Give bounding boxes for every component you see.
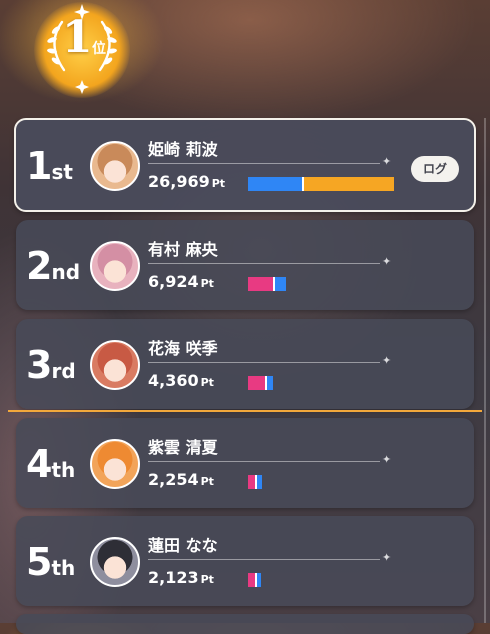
rank-label: 4th xyxy=(26,442,76,486)
score-bar-segment xyxy=(248,475,255,489)
score-bar xyxy=(248,277,286,291)
ranking-row-6-partial[interactable] xyxy=(16,614,474,634)
avatar xyxy=(90,439,140,489)
score-bar-segment xyxy=(248,573,255,587)
avatar xyxy=(90,241,140,291)
score-bar-segment xyxy=(254,475,262,489)
avatar xyxy=(90,141,140,191)
idol-name: 紫雲 清夏 xyxy=(148,438,218,457)
divider-line xyxy=(148,559,380,560)
log-button[interactable]: ログ xyxy=(411,156,459,182)
ranking-row-2[interactable]: 2nd 有村 麻央 ✦ 6,924 Pt xyxy=(16,220,474,310)
score-bar xyxy=(248,177,394,191)
idol-name: 姫崎 莉波 xyxy=(148,140,218,159)
idol-name: 花海 咲季 xyxy=(148,339,218,358)
ranking-row-1[interactable]: 1st 姫崎 莉波 ✦ 26,969 Pt ログ xyxy=(14,118,476,212)
score-bar-segment xyxy=(302,177,394,191)
points: 4,360 Pt xyxy=(148,371,214,390)
score-bar xyxy=(248,376,273,390)
sparkle-icon: ✦ xyxy=(382,551,392,564)
rank-label: 1st xyxy=(26,144,73,188)
divider-line xyxy=(148,362,380,363)
points: 2,254 Pt xyxy=(148,470,214,489)
first-place-medal: 1 位 xyxy=(28,0,138,100)
rank-border-divider xyxy=(8,410,482,412)
score-bar xyxy=(248,475,262,489)
score-bar-segment xyxy=(248,376,265,390)
idol-name: 蓮田 なな xyxy=(148,536,218,555)
score-bar-segment xyxy=(248,177,303,191)
medal-number: 1 xyxy=(62,12,93,63)
ranking-row-3[interactable]: 3rd 花海 咲季 ✦ 4,360 Pt xyxy=(16,319,474,409)
score-bar-segment xyxy=(254,573,261,587)
score-bar-segment xyxy=(264,376,273,390)
ranking-row-5[interactable]: 5th 蓮田 なな ✦ 2,123 Pt xyxy=(16,516,474,606)
rank-label: 2nd xyxy=(26,244,81,288)
scrollbar[interactable] xyxy=(484,118,486,623)
points: 2,123 Pt xyxy=(148,568,214,587)
sparkle-icon: ✦ xyxy=(382,354,392,367)
divider-line xyxy=(148,163,380,164)
sparkle-icon: ✦ xyxy=(382,255,392,268)
sparkle-icon: ✦ xyxy=(382,453,392,466)
idol-name: 有村 麻央 xyxy=(148,240,218,259)
score-bar xyxy=(248,573,261,587)
rank-label: 3rd xyxy=(26,343,76,387)
points: 26,969 Pt xyxy=(148,172,226,191)
divider-line xyxy=(148,263,380,264)
rank-label: 5th xyxy=(26,540,76,584)
divider-line xyxy=(148,461,380,462)
ranking-row-4[interactable]: 4th 紫雲 清夏 ✦ 2,254 Pt xyxy=(16,418,474,508)
avatar xyxy=(90,340,140,390)
sparkle-icon: ✦ xyxy=(382,155,392,168)
medal-suffix: 位 xyxy=(92,41,106,57)
avatar xyxy=(90,537,140,587)
score-bar-segment xyxy=(248,277,273,291)
points: 6,924 Pt xyxy=(148,272,214,291)
score-bar-segment xyxy=(272,277,286,291)
